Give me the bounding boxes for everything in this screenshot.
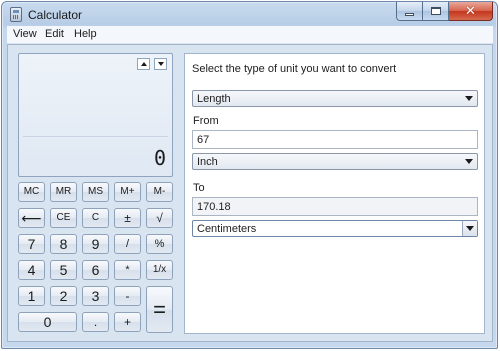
digit-2-button[interactable]: 2 — [50, 286, 77, 306]
reciprocal-button[interactable]: 1/x — [146, 260, 173, 280]
to-value: 170.18 — [197, 200, 231, 213]
digit-0-button[interactable]: 0 — [18, 312, 77, 332]
divide-button[interactable]: / — [114, 234, 141, 254]
minus-button[interactable]: - — [114, 286, 141, 306]
digit-7-button[interactable]: 7 — [18, 234, 45, 254]
plus-button[interactable]: + — [114, 312, 141, 332]
to-unit-select[interactable]: Centimeters — [192, 220, 478, 237]
unit-type-select[interactable]: Length — [192, 90, 478, 107]
to-label: To — [193, 182, 205, 194]
digit-5-button[interactable]: 5 — [50, 260, 77, 280]
maximize-icon — [430, 7, 441, 15]
mr-button[interactable]: MR — [50, 182, 77, 202]
digit-9-button[interactable]: 9 — [82, 234, 109, 254]
conversion-heading: Select the type of unit you want to conv… — [192, 63, 397, 75]
from-label: From — [193, 115, 219, 127]
from-unit-value: Inch — [197, 155, 218, 168]
menu-bar: View Edit Help — [7, 26, 493, 44]
chevron-down-icon — [465, 159, 473, 164]
title-bar[interactable]: Calculator ✕ — [2, 2, 497, 28]
arrow-up-icon — [140, 62, 147, 66]
display-value: 0 — [153, 146, 166, 170]
dropdown-button[interactable] — [462, 221, 477, 236]
decimal-button[interactable]: . — [82, 312, 109, 332]
from-unit-select[interactable]: Inch — [192, 153, 478, 170]
ce-button[interactable]: CE — [50, 208, 77, 228]
maximize-button[interactable] — [423, 2, 449, 21]
chevron-down-icon — [465, 96, 473, 101]
from-value-input[interactable]: 67 — [192, 130, 478, 149]
m-minus-button[interactable]: M- — [146, 182, 173, 202]
caption-buttons: ✕ — [396, 2, 493, 21]
chevron-down-icon — [466, 226, 474, 231]
sqrt-button[interactable]: √ — [146, 208, 173, 228]
calculator-window: Calculator ✕ View Edit Help 0 MC MR MS M… — [1, 1, 498, 349]
equals-button[interactable]: = — [146, 286, 173, 333]
minimize-button[interactable] — [396, 2, 423, 21]
from-value: 67 — [197, 133, 210, 146]
calculator-icon — [10, 7, 22, 22]
client-area: 0 MC MR MS M+ M- ⟵ CE C ± √ 7 8 9 / % 4 … — [7, 44, 493, 342]
digit-8-button[interactable]: 8 — [50, 234, 77, 254]
mc-button[interactable]: MC — [18, 182, 45, 202]
ms-button[interactable]: MS — [82, 182, 109, 202]
to-unit-value: Centimeters — [197, 222, 257, 235]
unit-type-value: Length — [197, 92, 231, 105]
history-down-button[interactable] — [154, 58, 167, 70]
display-divider — [23, 136, 168, 137]
backspace-button[interactable]: ⟵ — [18, 208, 45, 228]
close-icon: ✕ — [465, 3, 476, 19]
history-up-button[interactable] — [137, 58, 150, 70]
menu-edit[interactable]: Edit — [45, 28, 64, 40]
plus-minus-button[interactable]: ± — [114, 208, 141, 228]
percent-button[interactable]: % — [146, 234, 173, 254]
menu-view[interactable]: View — [13, 28, 37, 40]
minimize-icon — [405, 12, 414, 16]
display-panel: 0 — [18, 53, 173, 177]
arrow-down-icon — [157, 62, 164, 66]
digit-3-button[interactable]: 3 — [82, 286, 109, 306]
clear-button[interactable]: C — [82, 208, 109, 228]
digit-6-button[interactable]: 6 — [82, 260, 109, 280]
menu-help[interactable]: Help — [74, 28, 97, 40]
unit-conversion-panel: Select the type of unit you want to conv… — [184, 53, 485, 334]
to-value-field[interactable]: 170.18 — [192, 197, 478, 216]
multiply-button[interactable]: * — [114, 260, 141, 280]
digit-4-button[interactable]: 4 — [18, 260, 45, 280]
digit-1-button[interactable]: 1 — [18, 286, 45, 306]
close-button[interactable]: ✕ — [449, 2, 493, 21]
m-plus-button[interactable]: M+ — [114, 182, 141, 202]
window-title: Calculator — [28, 8, 83, 22]
